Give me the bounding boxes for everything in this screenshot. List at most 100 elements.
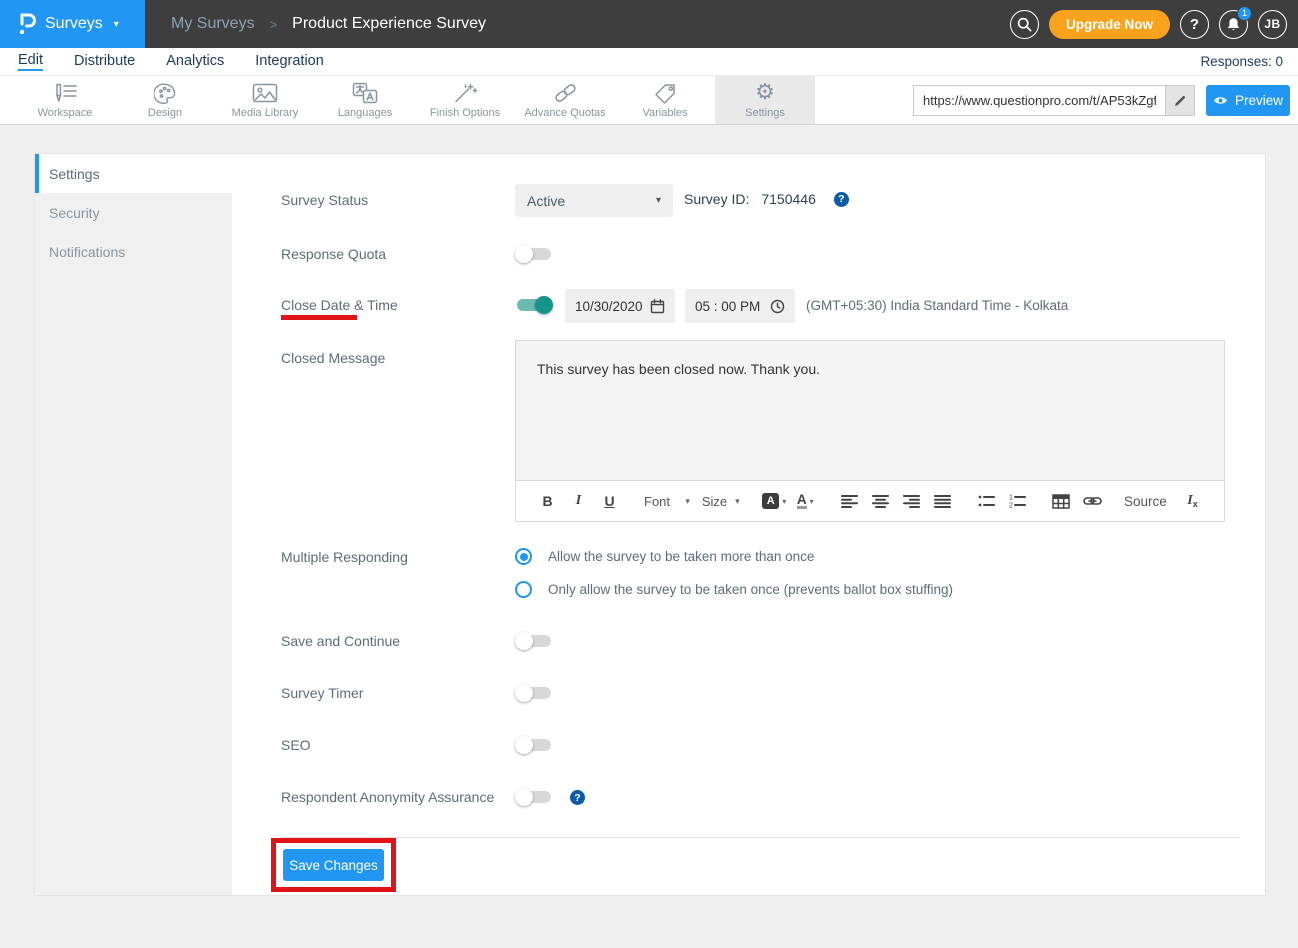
response-quota-toggle[interactable] — [515, 246, 553, 262]
closed-message-input[interactable]: This survey has been closed now. Thank y… — [516, 341, 1224, 480]
gear-icon: ⚙ — [755, 82, 775, 105]
chain-link-icon — [553, 82, 578, 105]
question-mark-icon: ? — [1190, 16, 1199, 33]
search-button[interactable] — [1010, 10, 1039, 39]
tab-integration[interactable]: Integration — [255, 53, 324, 70]
seo-toggle[interactable] — [515, 737, 553, 753]
closed-message-label: Closed Message — [281, 350, 385, 366]
chevron-down-icon: ▾ — [735, 496, 740, 507]
font-select[interactable]: Font ▾ — [644, 494, 690, 509]
align-center-button[interactable] — [868, 488, 893, 514]
magic-wand-icon — [453, 82, 477, 105]
italic-button[interactable]: I — [566, 488, 591, 514]
closed-message-editor: This survey has been closed now. Thank y… — [515, 340, 1225, 522]
size-select[interactable]: Size ▾ — [702, 494, 740, 509]
share-url-group — [913, 85, 1195, 116]
product-switcher[interactable]: Surveys ▾ — [0, 0, 145, 48]
questionpro-settings-page: Surveys ▾ My Surveys > Product Experienc… — [0, 0, 1298, 948]
upgrade-now-button[interactable]: Upgrade Now — [1049, 10, 1170, 39]
edit-toolbar: Workspace Design Media Library — [0, 76, 1298, 125]
chevron-down-icon: ▾ — [114, 19, 119, 30]
topbar-actions: Upgrade Now ? 1 JB — [1010, 10, 1298, 39]
bullet-list-button[interactable] — [974, 488, 999, 514]
eye-icon — [1213, 95, 1228, 106]
survey-timer-toggle[interactable] — [515, 685, 553, 701]
toolbar-item-workspace[interactable]: Workspace — [15, 76, 115, 124]
survey-status-label: Survey Status — [281, 192, 368, 208]
align-right-button[interactable] — [899, 488, 924, 514]
red-annotation-box: Save Changes — [271, 838, 396, 892]
multiple-responding-label: Multiple Responding — [281, 549, 408, 565]
save-and-continue-label: Save and Continue — [281, 633, 400, 649]
save-changes-button[interactable]: Save Changes — [283, 849, 384, 881]
pencil-icon — [1173, 94, 1187, 108]
responses-count: Responses: 0 — [1200, 54, 1283, 69]
toolbar-item-settings[interactable]: ⚙ Settings — [715, 76, 815, 124]
chevron-down-icon: ▾ — [656, 195, 661, 206]
chevron-down-icon: ▾ — [810, 497, 814, 506]
align-left-button[interactable] — [837, 488, 862, 514]
questionpro-logo-icon — [17, 12, 36, 36]
bold-button[interactable]: B — [535, 488, 560, 514]
toolbar-item-languages[interactable]: Languages — [315, 76, 415, 124]
notifications-button[interactable]: 1 — [1219, 10, 1248, 39]
image-icon — [252, 82, 278, 105]
toolbar-item-finish-options[interactable]: Finish Options — [415, 76, 515, 124]
tag-icon — [654, 82, 677, 105]
text-color-button[interactable]: A ▾ — [793, 488, 818, 514]
survey-id-help-icon[interactable]: ? — [834, 192, 849, 207]
notification-badge: 1 — [1237, 6, 1252, 21]
sidebar-item-settings[interactable]: Settings — [35, 154, 232, 193]
tab-edit[interactable]: Edit — [18, 52, 43, 71]
toolbar-item-design[interactable]: Design — [115, 76, 215, 124]
settings-sidebar: Settings Security Notifications — [35, 154, 232, 895]
radio-option-multiple[interactable]: Allow the survey to be taken more than o… — [515, 548, 814, 565]
anonymity-help-icon[interactable]: ? — [570, 790, 585, 805]
toolbar-item-variables[interactable]: Variables — [615, 76, 715, 124]
survey-id-group: Survey ID: 7150446 ? — [684, 191, 849, 207]
settings-card: Settings Security Notifications Survey S… — [35, 154, 1265, 895]
breadcrumb-my-surveys[interactable]: My Surveys — [171, 15, 255, 33]
avatar[interactable]: JB — [1258, 10, 1287, 39]
background-color-button[interactable]: A ▾ — [762, 488, 787, 514]
toolbar-item-media-library[interactable]: Media Library — [215, 76, 315, 124]
rich-text-toolbar: B I U Font ▾ Size ▾ A ▾ A — [516, 480, 1224, 521]
radio-icon[interactable] — [515, 581, 532, 598]
close-date-toggle[interactable] — [515, 297, 553, 313]
breadcrumb: My Surveys > Product Experience Survey — [171, 15, 486, 33]
search-icon — [1017, 17, 1032, 32]
radio-icon[interactable] — [515, 548, 532, 565]
page-title: Product Experience Survey — [292, 15, 486, 33]
tab-distribute[interactable]: Distribute — [74, 53, 135, 70]
red-underline-annotation — [281, 315, 357, 320]
topbar: Surveys ▾ My Surveys > Product Experienc… — [0, 0, 1298, 48]
sidebar-item-notifications[interactable]: Notifications — [35, 232, 232, 271]
link-button[interactable] — [1080, 488, 1105, 514]
help-button[interactable]: ? — [1180, 10, 1209, 39]
share-url-input[interactable] — [913, 85, 1165, 116]
close-time-field[interactable]: 05 : 00 PM — [685, 289, 795, 323]
preview-button[interactable]: Preview — [1206, 85, 1290, 116]
toolbar-item-advance-quotas[interactable]: Advance Quotas — [515, 76, 615, 124]
edit-url-button[interactable] — [1165, 85, 1195, 116]
survey-status-select[interactable]: Active ▾ — [515, 184, 673, 217]
timezone-text: (GMT+05:30) India Standard Time - Kolkat… — [806, 298, 1068, 313]
clock-icon — [770, 299, 785, 314]
table-button[interactable] — [1049, 488, 1074, 514]
remove-format-button[interactable]: I x — [1180, 488, 1205, 514]
respondent-anonymity-label: Respondent Anonymity Assurance — [281, 789, 494, 805]
close-date-field[interactable]: 10/30/2020 — [565, 289, 675, 323]
translate-icon — [352, 82, 378, 105]
tab-analytics[interactable]: Analytics — [166, 53, 224, 70]
sidebar-item-security[interactable]: Security — [35, 193, 232, 232]
justify-button[interactable] — [930, 488, 955, 514]
respondent-anonymity-toggle[interactable] — [515, 789, 553, 805]
svg-text:1: 1 — [1009, 495, 1013, 502]
radio-option-once[interactable]: Only allow the survey to be taken once (… — [515, 581, 953, 598]
survey-id-value: 7150446 — [761, 191, 816, 207]
underline-button[interactable]: U — [597, 488, 622, 514]
save-and-continue-toggle[interactable] — [515, 633, 553, 649]
breadcrumb-separator: > — [270, 17, 278, 32]
numbered-list-button[interactable]: 12 — [1005, 488, 1030, 514]
source-button[interactable]: Source — [1124, 488, 1161, 514]
